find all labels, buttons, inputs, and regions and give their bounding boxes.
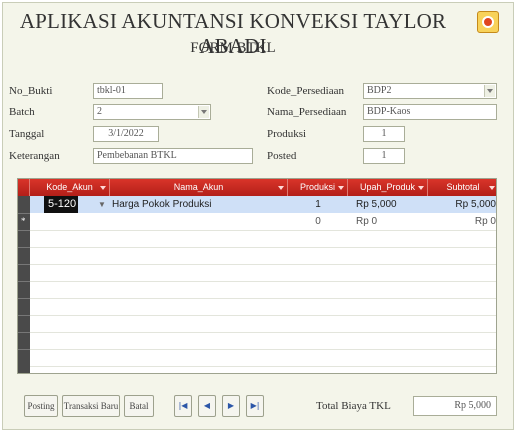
last-record-button[interactable]: ▶| <box>246 395 264 417</box>
produksi-field[interactable]: 1 <box>363 126 405 142</box>
keterangan-field[interactable]: Pembebanan BTKL <box>93 148 253 164</box>
produksi-label: Produksi <box>267 128 307 140</box>
cell-nama-akun[interactable] <box>112 213 290 230</box>
sort-icon[interactable] <box>278 186 284 190</box>
new-transaction-button[interactable]: Transaksi Baru <box>62 395 120 417</box>
col-nama-akun-label: Nama_Akun <box>173 182 224 192</box>
kode-akun-dropdown-icon[interactable]: ▼ <box>98 196 108 213</box>
next-record-button[interactable]: ▶ <box>222 395 240 417</box>
col-produksi[interactable]: Produksi <box>288 179 348 196</box>
batch-value: 2 <box>97 106 102 117</box>
sort-icon[interactable] <box>100 186 106 190</box>
kode-persediaan-select[interactable]: BDP2 <box>363 83 497 99</box>
col-kode-akun-label: Kode_Akun <box>46 182 93 192</box>
batch-select[interactable]: 2 <box>93 104 211 120</box>
cell-kode-akun[interactable]: 5-120 <box>44 196 78 213</box>
kode-persediaan-value: BDP2 <box>367 85 392 96</box>
cell-subtotal[interactable]: Rp 5,000 <box>428 196 496 213</box>
col-upah-produk-label: Upah_Produk <box>359 182 416 192</box>
total-label: Total Biaya TKL <box>316 400 391 412</box>
table-row[interactable]: 5-120 ▼ Harga Pokok Produksi 1 Rp 5,000 … <box>30 196 496 213</box>
close-icon <box>482 16 494 28</box>
kode-persediaan-label: Kode_Persediaan <box>267 85 344 97</box>
prev-record-button[interactable]: ◀ <box>198 395 216 417</box>
keterangan-label: Keterangan <box>9 150 60 162</box>
last-record-icon: ▶| <box>250 401 260 410</box>
detail-grid: Kode_Akun Nama_Akun Produksi Upah_Produk… <box>17 178 497 374</box>
form-title: FORM BTKL <box>190 40 276 56</box>
cell-kode-akun[interactable] <box>44 213 104 230</box>
cancel-button[interactable]: Batal <box>124 395 154 417</box>
prev-record-icon: ◀ <box>203 401 211 410</box>
batch-dropdown-icon[interactable] <box>198 106 209 118</box>
posted-label: Posted <box>267 150 297 162</box>
col-subtotal[interactable]: Subtotal <box>428 179 496 196</box>
nama-persediaan-label: Nama_Persediaan <box>267 106 347 118</box>
close-button[interactable] <box>477 11 499 33</box>
col-nama-akun[interactable]: Nama_Akun <box>110 179 288 196</box>
col-kode-akun[interactable]: Kode_Akun <box>30 179 110 196</box>
cell-subtotal[interactable]: Rp 0 <box>428 213 496 230</box>
first-record-button[interactable]: |◀ <box>174 395 192 417</box>
total-field[interactable]: Rp 5,000 <box>413 396 497 416</box>
table-row[interactable]: 0 Rp 0 Rp 0 <box>30 213 496 230</box>
sort-icon[interactable] <box>418 186 424 190</box>
cell-produksi[interactable]: 0 <box>288 213 348 230</box>
no-bukti-field[interactable]: tbkl-01 <box>93 83 163 99</box>
first-record-icon: |◀ <box>178 401 188 410</box>
tanggal-label: Tanggal <box>9 128 45 140</box>
col-subtotal-label: Subtotal <box>446 182 480 192</box>
posted-field[interactable]: 1 <box>363 148 405 164</box>
sort-icon[interactable] <box>489 186 495 190</box>
row-selector-header <box>18 179 30 196</box>
cell-nama-akun[interactable]: Harga Pokok Produksi <box>112 196 290 213</box>
cell-produksi[interactable]: 1 <box>288 196 348 213</box>
cell-upah-produk[interactable]: Rp 5,000 <box>350 196 430 213</box>
cell-upah-produk[interactable]: Rp 0 <box>350 213 430 230</box>
tanggal-field[interactable]: 3/1/2022 <box>93 126 159 142</box>
new-record-icon: * <box>21 216 26 226</box>
grid-header: Kode_Akun Nama_Akun Produksi Upah_Produk… <box>18 179 496 196</box>
posting-button[interactable]: Posting <box>24 395 58 417</box>
nama-persediaan-field[interactable]: BDP-Kaos <box>363 104 497 120</box>
col-upah-produk[interactable]: Upah_Produk <box>348 179 428 196</box>
col-produksi-label: Produksi <box>299 182 335 192</box>
next-record-icon: ▶ <box>227 401 235 410</box>
batch-label: Batch <box>9 106 35 118</box>
row-selector-column[interactable]: * <box>18 196 30 373</box>
kode-persediaan-dropdown-icon[interactable] <box>484 85 495 97</box>
sort-icon[interactable] <box>338 186 344 190</box>
no-bukti-label: No_Bukti <box>9 85 53 97</box>
